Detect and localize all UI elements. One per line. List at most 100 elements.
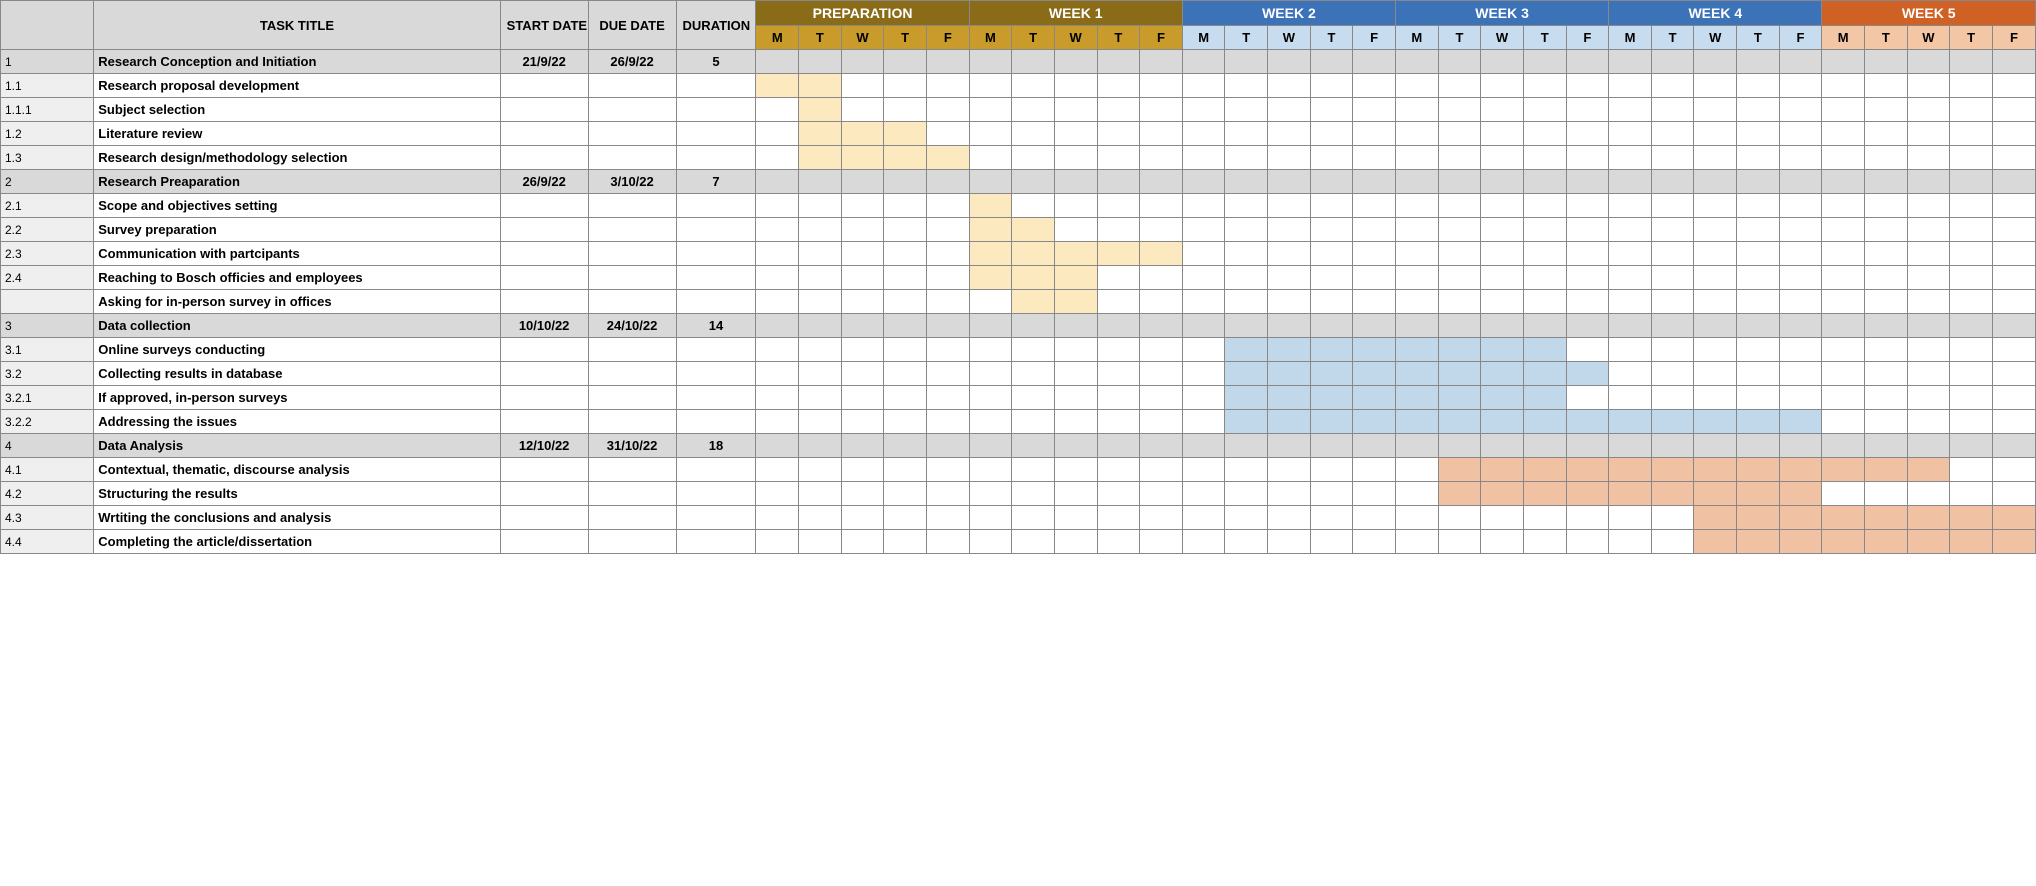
gantt-cell xyxy=(1907,506,1950,530)
gantt-cell xyxy=(1523,170,1566,194)
gantt-cell xyxy=(1097,314,1140,338)
row-due: 24/10/22 xyxy=(588,314,676,338)
day-header: M xyxy=(1609,26,1652,50)
gantt-cell xyxy=(1523,410,1566,434)
row-start xyxy=(500,242,588,266)
row-due xyxy=(588,530,676,554)
gantt-cell xyxy=(1268,434,1311,458)
gantt-cell xyxy=(969,386,1012,410)
gantt-cell xyxy=(1054,194,1097,218)
gantt-cell xyxy=(1438,50,1481,74)
gantt-cell xyxy=(1012,242,1055,266)
day-header: W xyxy=(1054,26,1097,50)
gantt-cell xyxy=(1907,314,1950,338)
gantt-cell xyxy=(799,146,842,170)
gantt-cell xyxy=(969,530,1012,554)
gantt-cell xyxy=(1822,170,1865,194)
day-header: W xyxy=(841,26,884,50)
gantt-cell xyxy=(1054,530,1097,554)
gantt-cell xyxy=(1694,242,1737,266)
gantt-cell xyxy=(1054,74,1097,98)
gantt-cell xyxy=(1097,74,1140,98)
gantt-cell xyxy=(1054,458,1097,482)
gantt-cell xyxy=(926,122,969,146)
gantt-cell xyxy=(1268,266,1311,290)
gantt-cell xyxy=(1310,74,1353,98)
gantt-cell xyxy=(841,410,884,434)
gantt-cell xyxy=(1694,530,1737,554)
gantt-cell xyxy=(756,146,799,170)
gantt-cell xyxy=(926,146,969,170)
gantt-cell xyxy=(1438,170,1481,194)
gantt-cell xyxy=(1268,338,1311,362)
table-row: 2.1Scope and objectives setting xyxy=(1,194,2036,218)
gantt-cell xyxy=(841,146,884,170)
gantt-cell xyxy=(1651,434,1694,458)
gantt-cell xyxy=(1651,362,1694,386)
gantt-cell xyxy=(1907,434,1950,458)
gantt-cell xyxy=(1865,506,1908,530)
gantt-cell xyxy=(926,74,969,98)
day-header: T xyxy=(1737,26,1780,50)
gantt-cell xyxy=(1907,410,1950,434)
gantt-cell xyxy=(1438,266,1481,290)
gantt-cell xyxy=(1822,242,1865,266)
gantt-cell xyxy=(841,314,884,338)
gantt-cell xyxy=(1140,290,1183,314)
gantt-cell xyxy=(1566,362,1609,386)
row-number: 2.4 xyxy=(1,266,94,290)
gantt-cell xyxy=(1140,458,1183,482)
gantt-cell xyxy=(1523,386,1566,410)
row-start xyxy=(500,122,588,146)
row-start xyxy=(500,146,588,170)
gantt-cell xyxy=(1097,290,1140,314)
gantt-cell xyxy=(841,530,884,554)
gantt-cell xyxy=(1779,482,1822,506)
gantt-cell xyxy=(1097,170,1140,194)
gantt-cell xyxy=(799,290,842,314)
gantt-cell xyxy=(1609,218,1652,242)
row-number: 4.4 xyxy=(1,530,94,554)
gantt-cell xyxy=(1353,242,1396,266)
gantt-cell xyxy=(1481,458,1524,482)
gantt-cell xyxy=(1481,410,1524,434)
day-header: T xyxy=(1012,26,1055,50)
gantt-cell xyxy=(1865,482,1908,506)
table-row: 4.4Completing the article/dissertation xyxy=(1,530,2036,554)
row-due xyxy=(588,98,676,122)
gantt-cell xyxy=(884,314,927,338)
gantt-cell xyxy=(1865,218,1908,242)
gantt-cell xyxy=(1225,434,1268,458)
gantt-cell xyxy=(1865,314,1908,338)
gantt-cell xyxy=(1737,170,1780,194)
gantt-cell xyxy=(1737,482,1780,506)
gantt-cell xyxy=(1268,386,1311,410)
gantt-cell xyxy=(1523,74,1566,98)
gantt-cell xyxy=(1438,98,1481,122)
gantt-cell xyxy=(799,218,842,242)
gantt-cell xyxy=(1609,338,1652,362)
gantt-cell xyxy=(841,434,884,458)
table-row: 1.3Research design/methodology selection xyxy=(1,146,2036,170)
row-due xyxy=(588,266,676,290)
gantt-cell xyxy=(1182,530,1225,554)
day-header: T xyxy=(1310,26,1353,50)
gantt-cell xyxy=(1225,482,1268,506)
gantt-cell xyxy=(1822,146,1865,170)
row-title: Online surveys conducting xyxy=(94,338,500,362)
gantt-cell xyxy=(1523,50,1566,74)
row-title: Subject selection xyxy=(94,98,500,122)
row-number: 3.2 xyxy=(1,362,94,386)
gantt-cell xyxy=(1737,362,1780,386)
gantt-cell xyxy=(1054,122,1097,146)
gantt-cell xyxy=(756,362,799,386)
gantt-cell xyxy=(1907,218,1950,242)
gantt-cell xyxy=(1865,530,1908,554)
row-number xyxy=(1,290,94,314)
row-dur xyxy=(676,146,756,170)
row-dur: 7 xyxy=(676,170,756,194)
gantt-cell xyxy=(1225,170,1268,194)
gantt-cell xyxy=(1737,74,1780,98)
gantt-cell xyxy=(1950,434,1993,458)
gantt-cell xyxy=(1907,194,1950,218)
